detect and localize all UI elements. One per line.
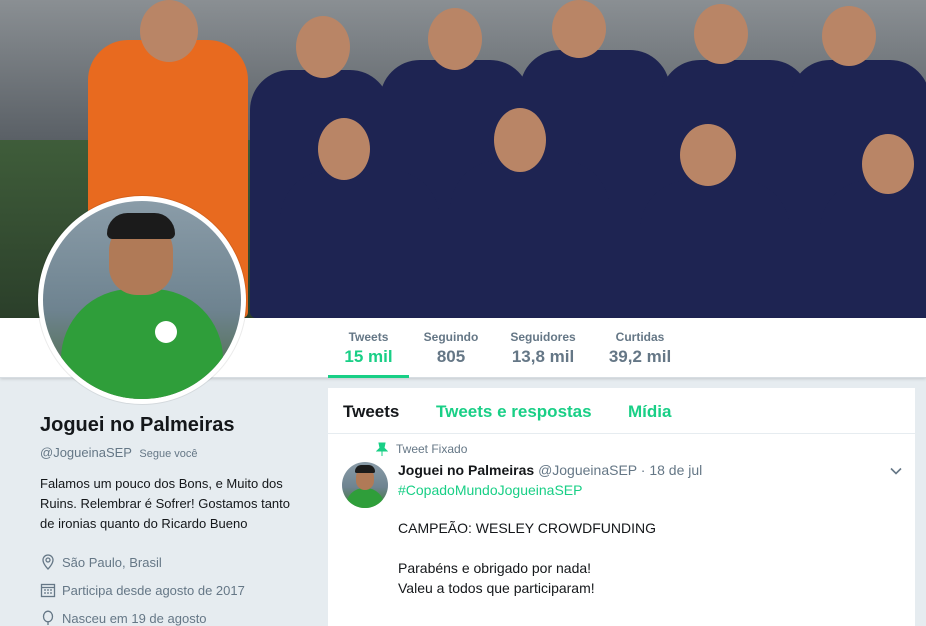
stat-likes[interactable]: Curtidas 39,2 mil [600,318,680,378]
stat-following[interactable]: Seguindo 805 [416,318,486,378]
stat-label: Seguidores [510,330,576,344]
timeline: Tweets Tweets e respostas Mídia Tweet Fi… [328,388,915,626]
pin-icon [376,442,388,456]
tweet-header: Joguei no Palmeiras @JogueinaSEP · 18 de… [398,462,702,478]
profile-avatar[interactable] [38,196,246,404]
pinned-label: Tweet Fixado [376,442,467,456]
stat-tweets[interactable]: Tweets 15 mil [328,318,409,378]
tweet-line: CAMPEÃO: WESLEY CROWDFUNDING [398,520,656,536]
tweet-hashtag[interactable]: #CopadoMundoJogueinaSEP [398,482,582,498]
location-icon [40,554,56,570]
tweet-avatar[interactable] [342,462,388,508]
stat-value: 805 [436,347,466,366]
joined-text: Participa desde agosto de 2017 [62,582,245,598]
profile-joined: Participa desde agosto de 2017 [40,576,310,604]
tweet-date[interactable]: · 18 de jul [641,462,702,478]
profile-name[interactable]: Joguei no Palmeiras [40,414,310,437]
tab-tweets[interactable]: Tweets [343,402,399,422]
timeline-tabs: Tweets Tweets e respostas Mídia [328,388,915,434]
tab-media[interactable]: Mídia [628,402,671,422]
tab-tweets-replies[interactable]: Tweets e respostas [436,402,592,422]
stat-value: 15 mil [344,347,393,366]
profile-card: Joguei no Palmeiras @JogueinaSEP Segue v… [40,414,310,626]
tweet-line: Valeu a todos que participaram! [398,580,595,596]
profile-location: São Paulo, Brasil [40,548,310,576]
calendar-icon [40,582,56,598]
chevron-down-icon[interactable] [889,464,903,478]
pinned-text: Tweet Fixado [396,442,468,456]
stat-label: Curtidas [615,330,665,344]
location-text: São Paulo, Brasil [62,554,162,570]
stat-value: 39,2 mil [608,347,672,366]
profile-bio: Falamos um pouco dos Bons, e Muito dos R… [40,476,290,531]
birthday-text: Nasceu em 19 de agosto [62,610,207,626]
tweet-author-handle[interactable]: @JogueinaSEP [538,462,637,478]
profile-birthday: Nasceu em 19 de agosto [40,604,310,626]
stat-label: Seguindo [423,330,479,344]
profile-handle[interactable]: @JogueinaSEP [40,445,132,460]
stat-label: Tweets [348,330,389,344]
stat-followers[interactable]: Seguidores 13,8 mil [500,318,586,378]
follows-you-badge: Segue você [139,448,198,460]
tweet-author-name[interactable]: Joguei no Palmeiras [398,462,534,478]
stat-value: 13,8 mil [511,347,575,366]
balloon-icon [40,610,56,626]
tweet-line: Parabéns e obrigado por nada! [398,560,592,576]
